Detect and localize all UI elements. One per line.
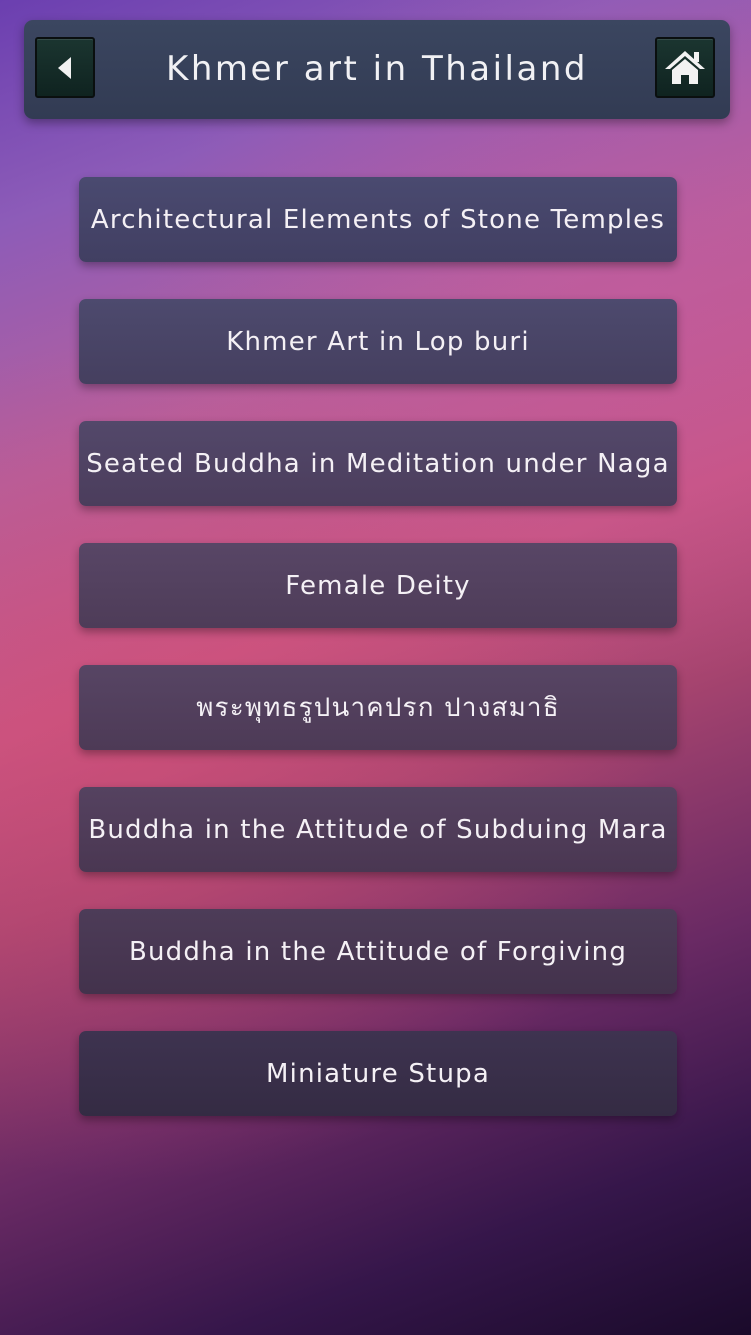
menu-item-label: Buddha in the Attitude of Forgiving [128,936,628,967]
menu-item-label: Architectural Elements of Stone Temples [90,204,666,235]
menu-item-label: Buddha in the Attitude of Subduing Mara [88,814,668,845]
back-arrow-icon [58,56,71,79]
back-button[interactable] [35,37,95,98]
menu-item-architectural-elements[interactable]: Architectural Elements of Stone Temples [79,177,677,262]
menu-item-thai-naga-buddha[interactable]: พระพุทธรูปนาคปรก ปางสมาธิ [79,665,677,750]
menu-item-miniature-stupa[interactable]: Miniature Stupa [79,1031,677,1116]
menu-item-label: Seated Buddha in Meditation under Naga [86,448,670,479]
menu-item-label: Khmer Art in Lop buri [226,326,530,357]
menu-item-label: Female Deity [285,570,471,601]
page-title: Khmer art in Thailand [166,49,588,89]
menu-item-subduing-mara[interactable]: Buddha in the Attitude of Subduing Mara [79,787,677,872]
header-bar: Khmer art in Thailand [24,20,730,119]
menu-item-forgiving[interactable]: Buddha in the Attitude of Forgiving [79,909,677,994]
menu-item-khmer-art-lop-buri[interactable]: Khmer Art in Lop buri [79,299,677,384]
home-icon [665,50,705,84]
menu-item-female-deity[interactable]: Female Deity [79,543,677,628]
menu-list: Architectural Elements of Stone Temples … [79,177,677,1153]
menu-item-seated-buddha-naga[interactable]: Seated Buddha in Meditation under Naga [79,421,677,506]
menu-item-label: พระพุทธรูปนาคปรก ปางสมาธิ [196,693,560,723]
home-button[interactable] [655,37,715,98]
menu-item-label: Miniature Stupa [266,1058,490,1089]
